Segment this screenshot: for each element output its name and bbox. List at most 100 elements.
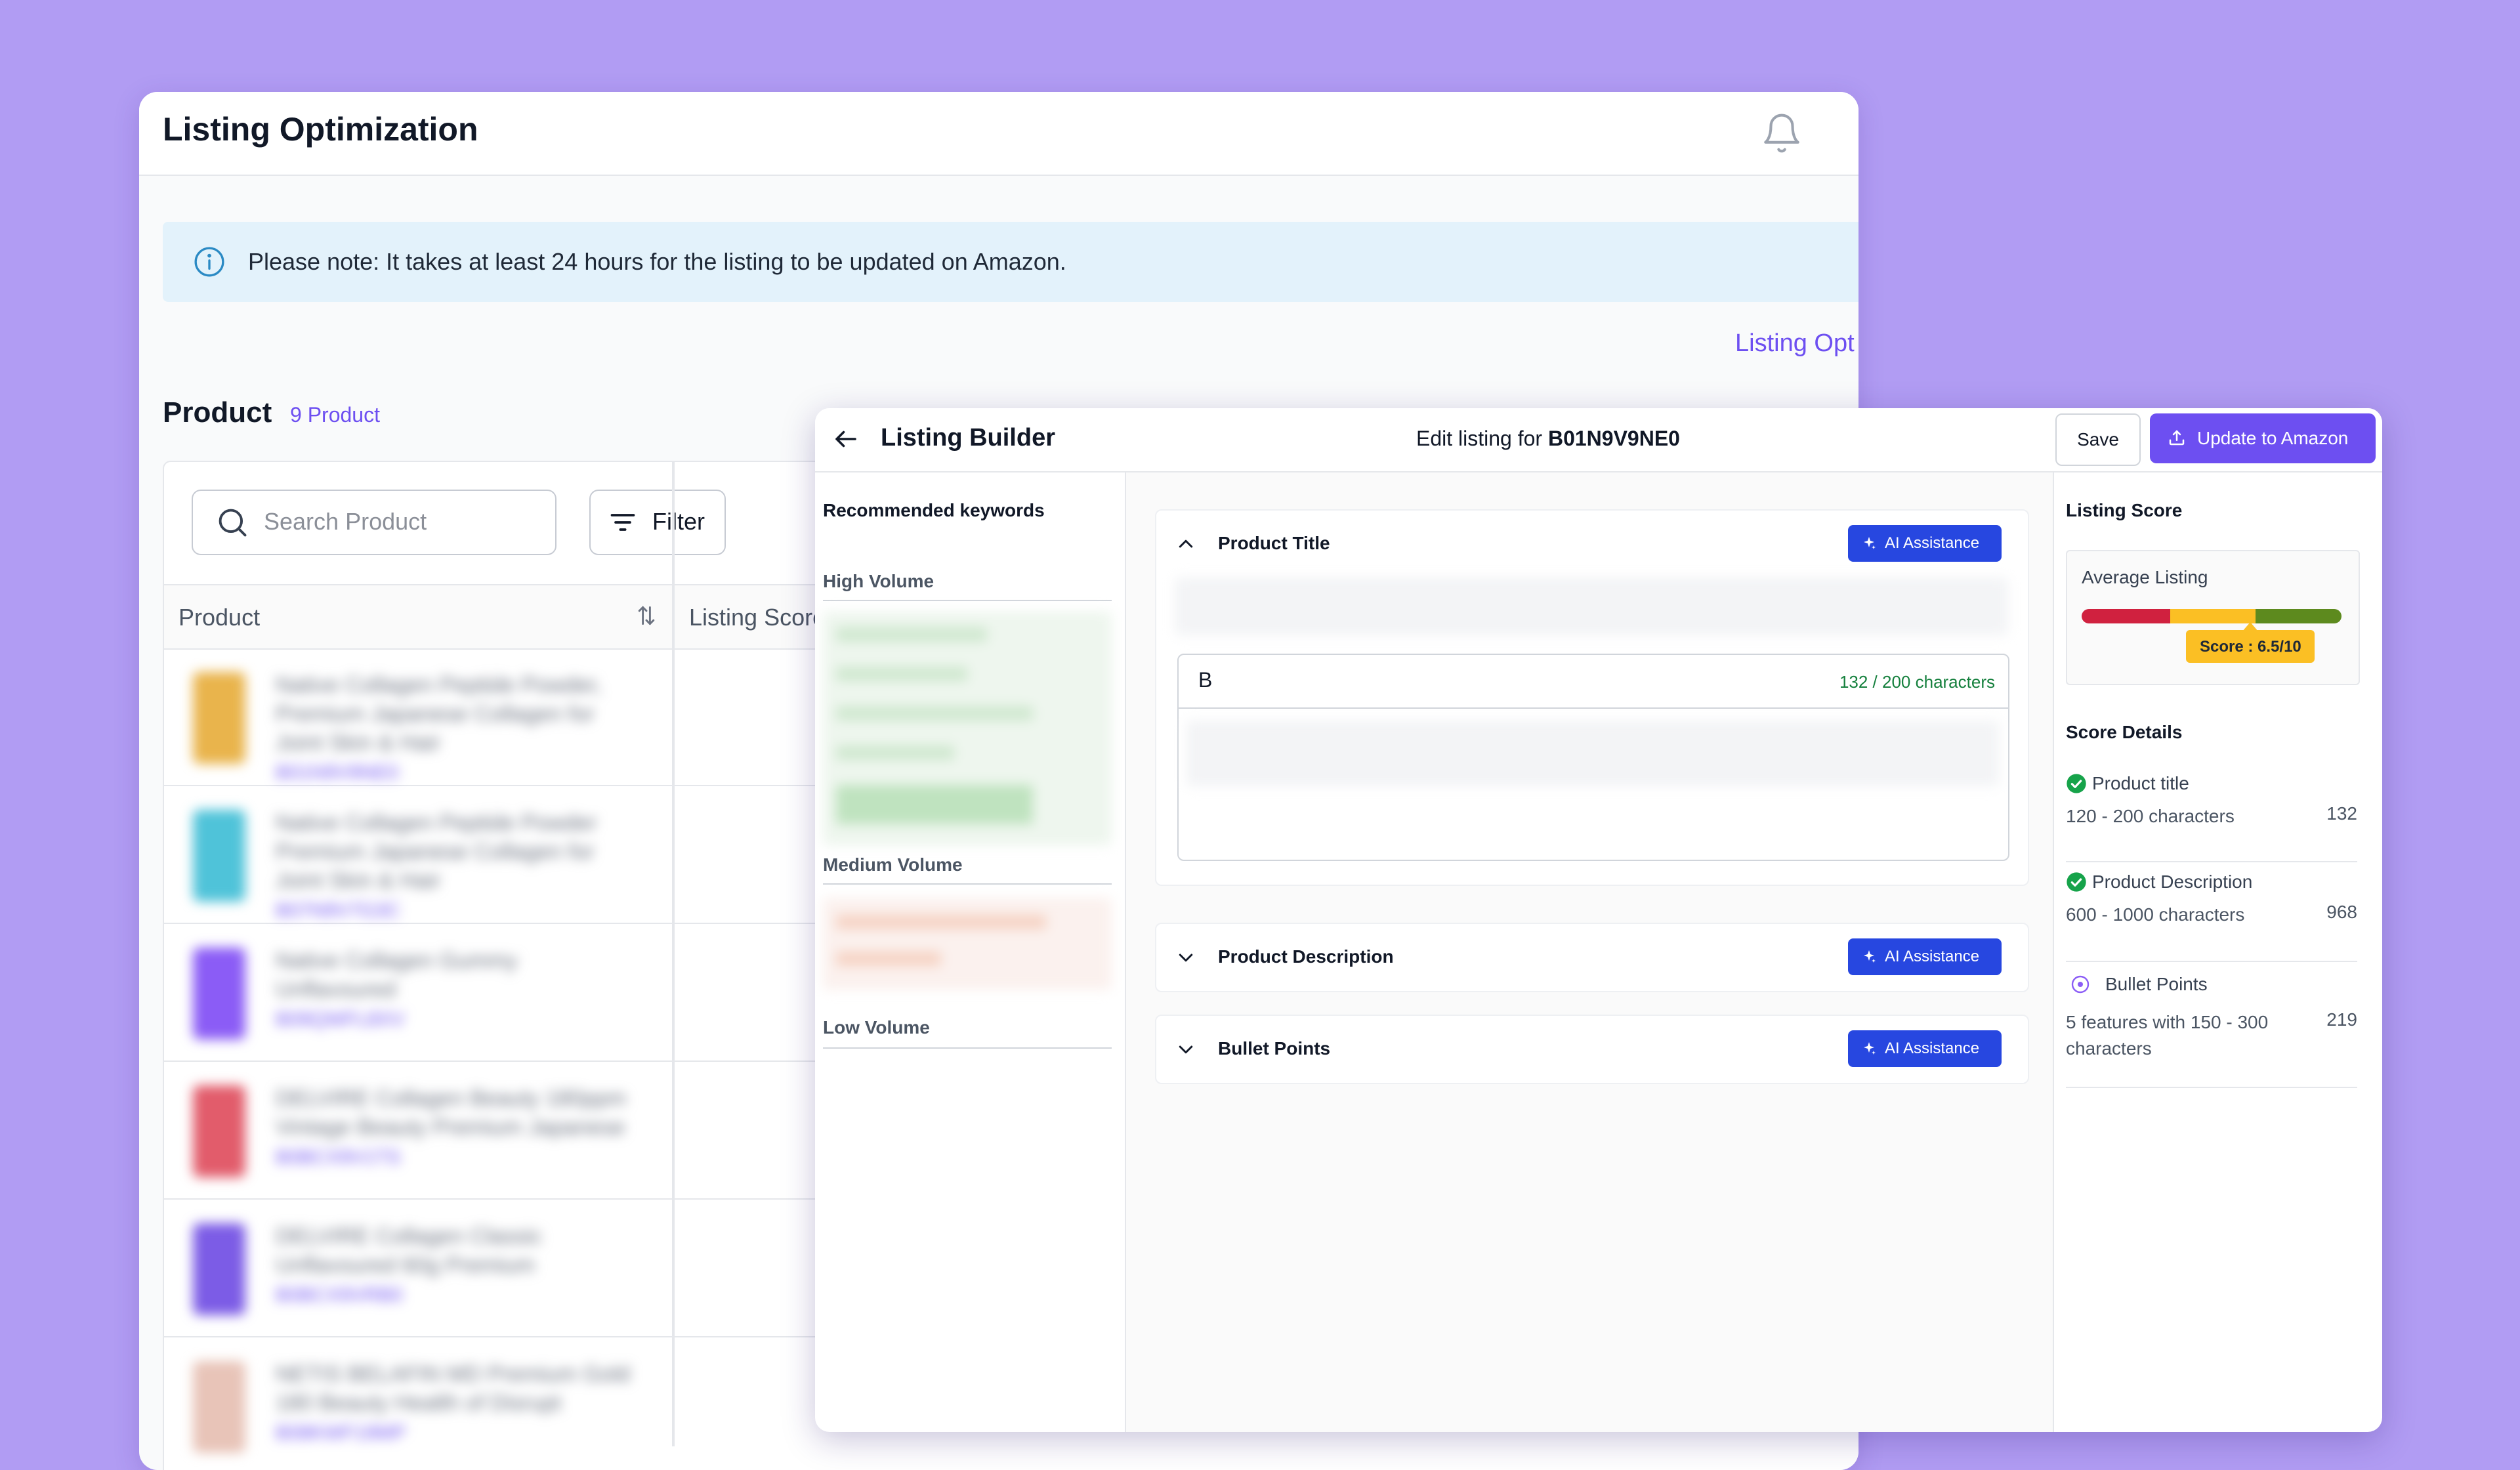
check-circle-icon xyxy=(2067,872,2086,892)
table-row[interactable]: Native Collagen Gummy Unflavoured B09QWFL… xyxy=(164,924,673,1062)
sparkle-icon xyxy=(1864,1042,1876,1055)
product-cell: Native Collagen Gummy Unflavoured B09QWFL… xyxy=(276,946,643,1034)
product-thumbnail xyxy=(193,672,245,764)
sparkle-icon xyxy=(1864,950,1876,963)
product-description-label[interactable]: Product Description xyxy=(1218,946,1394,967)
high-volume-keywords xyxy=(823,612,1112,845)
page-title: Listing Optimization xyxy=(163,111,478,148)
keyword-chip[interactable] xyxy=(836,746,954,760)
chevron-up-icon[interactable] xyxy=(1176,536,1196,551)
app-header: Listing Optimization xyxy=(139,92,1858,176)
detail-title: Bullet Points xyxy=(2105,974,2208,994)
current-title-preview xyxy=(1175,578,2008,635)
column-header-product[interactable]: Product xyxy=(178,604,260,631)
title-editor[interactable]: B 132 / 200 characters xyxy=(1177,654,2009,861)
keyword-chip[interactable] xyxy=(836,667,967,681)
product-title: DELVIRE Collagen Classic Unflavoured 60g… xyxy=(276,1224,542,1278)
arrow-left-icon[interactable] xyxy=(831,425,861,453)
product-title: DELVIRE Collagen Beauty 180ppm Vintage B… xyxy=(276,1086,627,1140)
score-bar-yellow-segment xyxy=(2170,609,2256,623)
save-button[interactable]: Save xyxy=(2055,413,2141,466)
product-asin-link[interactable]: B0BCX9V1TS xyxy=(276,1146,400,1168)
product-cell: Native Collagen Peptide Powder, Premium … xyxy=(276,671,643,788)
score-details-heading: Score Details xyxy=(2066,722,2183,742)
product-thumbnail xyxy=(193,1085,245,1177)
sort-icon[interactable] xyxy=(637,604,656,627)
bold-button[interactable]: B xyxy=(1198,668,1212,692)
product-title: Native Collagen Peptide Powder Premium J… xyxy=(276,810,597,893)
chevron-down-icon[interactable] xyxy=(1176,950,1196,966)
product-asin-link[interactable]: B01N9V9NE0 xyxy=(276,762,398,784)
average-listing-card: Average Listing Score : 6.5/10 xyxy=(2066,550,2360,685)
edit-listing-asin: B01N9V9NE0 xyxy=(1547,427,1680,450)
notice-text: Please note: It takes at least 24 hours … xyxy=(248,248,1066,275)
search-placeholder: Search Product xyxy=(264,508,427,535)
table-row[interactable]: NETIS BELAFIN MD Premium Gold 180 Beauty… xyxy=(164,1337,673,1470)
character-count: 132 / 200 characters xyxy=(1839,672,1995,692)
keyword-chip[interactable] xyxy=(836,706,1033,721)
editor-toolbar: B 132 / 200 characters xyxy=(1179,655,2008,709)
listing-builder-window: Listing Builder Edit listing for B01N9V9… xyxy=(815,408,2382,1432)
check-circle-icon xyxy=(2067,774,2086,793)
keyword-chip[interactable] xyxy=(836,915,1046,929)
chevron-down-icon[interactable] xyxy=(1176,1042,1196,1058)
update-to-amazon-button[interactable]: Update to Amazon xyxy=(2150,413,2376,463)
detail-value: 219 xyxy=(2326,1009,2357,1030)
product-title: NETIS BELAFIN MD Premium Gold 180 Beauty… xyxy=(276,1362,631,1416)
product-title-section: Product Title AI Assistance B 132 / 200 … xyxy=(1155,509,2029,886)
score-badge-text: Score : 6.5/10 xyxy=(2200,638,2301,656)
keyword-chip[interactable] xyxy=(836,627,987,642)
listing-score-panel: Listing Score Average Listing Score : 6.… xyxy=(2054,472,2382,1432)
detail-value: 968 xyxy=(2326,902,2357,922)
product-thumbnail xyxy=(193,948,245,1040)
title-text-area[interactable] xyxy=(1186,721,1999,786)
ai-assistance-button[interactable]: AI Assistance xyxy=(1848,525,2002,562)
keyword-chip[interactable] xyxy=(836,952,941,966)
bullet-points-label[interactable]: Bullet Points xyxy=(1218,1038,1330,1059)
detail-value: 132 xyxy=(2326,803,2357,824)
save-label: Save xyxy=(2077,429,2119,450)
table-row[interactable]: DELVIRE Collagen Beauty 180ppm Vintage B… xyxy=(164,1062,673,1200)
listing-score-heading: Listing Score xyxy=(2066,500,2183,520)
product-thumbnail xyxy=(193,1223,245,1315)
ai-assistance-label: AI Assistance xyxy=(1885,534,1980,552)
builder-title: Listing Builder xyxy=(881,424,1055,452)
score-detail-product-title: Product title 120 - 200 characters 132 xyxy=(2066,773,2357,862)
table-row[interactable]: DELVIRE Collagen Classic Unflavoured 60g… xyxy=(164,1200,673,1337)
product-title-label[interactable]: Product Title xyxy=(1218,533,1330,554)
recommended-keywords-panel: Recommended keywords High Volume Medium … xyxy=(815,472,1126,1432)
detail-description: 600 - 1000 characters xyxy=(2066,904,2245,925)
bell-icon[interactable] xyxy=(1760,112,1803,155)
product-cell: NETIS BELAFIN MD Premium Gold 180 Beauty… xyxy=(276,1360,643,1448)
product-asin-link[interactable]: B07N9V7G3C xyxy=(276,900,400,921)
detail-description: 5 features with 150 - 300 characters xyxy=(2066,1012,2269,1059)
product-thumbnail xyxy=(193,810,245,902)
product-asin-link[interactable]: B09QWFL8XV xyxy=(276,1009,405,1030)
divider xyxy=(823,883,1112,885)
ai-assistance-button[interactable]: AI Assistance xyxy=(1848,938,2002,975)
pending-circle-icon xyxy=(2071,975,2090,994)
product-count-badge: 9 Product xyxy=(290,403,380,427)
keyword-chip[interactable] xyxy=(836,785,1033,824)
column-header-listing-score[interactable]: Listing Score xyxy=(689,604,826,631)
ai-assistance-button[interactable]: AI Assistance xyxy=(1848,1030,2002,1067)
product-cell: Native Collagen Peptide Powder Premium J… xyxy=(276,808,643,925)
filter-icon xyxy=(610,514,635,531)
low-volume-heading: Low Volume xyxy=(823,1017,930,1038)
search-input[interactable]: Search Product xyxy=(192,490,556,555)
product-asin-link[interactable]: B0BCX9VRB0 xyxy=(276,1284,402,1306)
score-bar-red-segment xyxy=(2082,609,2170,623)
product-title: Native Collagen Gummy Unflavoured xyxy=(276,948,518,1002)
table-row[interactable]: Native Collagen Peptide Powder, Premium … xyxy=(164,648,673,786)
listing-optimization-link[interactable]: Listing Opt xyxy=(1735,329,1855,358)
product-description-section: Product Description AI Assistance xyxy=(1155,923,2029,992)
filter-button[interactable]: Filter xyxy=(589,490,726,555)
product-asin-link[interactable]: B08KWF19MP xyxy=(276,1422,406,1444)
ai-assistance-label: AI Assistance xyxy=(1885,948,1980,965)
product-title: Native Collagen Peptide Powder, Premium … xyxy=(276,673,602,755)
score-detail-product-description: Product Description 600 - 1000 character… xyxy=(2066,872,2357,962)
product-cell: DELVIRE Collagen Beauty 180ppm Vintage B… xyxy=(276,1084,643,1172)
table-row[interactable]: Native Collagen Peptide Powder Premium J… xyxy=(164,786,673,924)
keywords-title: Recommended keywords xyxy=(823,500,1045,520)
medium-volume-keywords xyxy=(823,898,1112,990)
